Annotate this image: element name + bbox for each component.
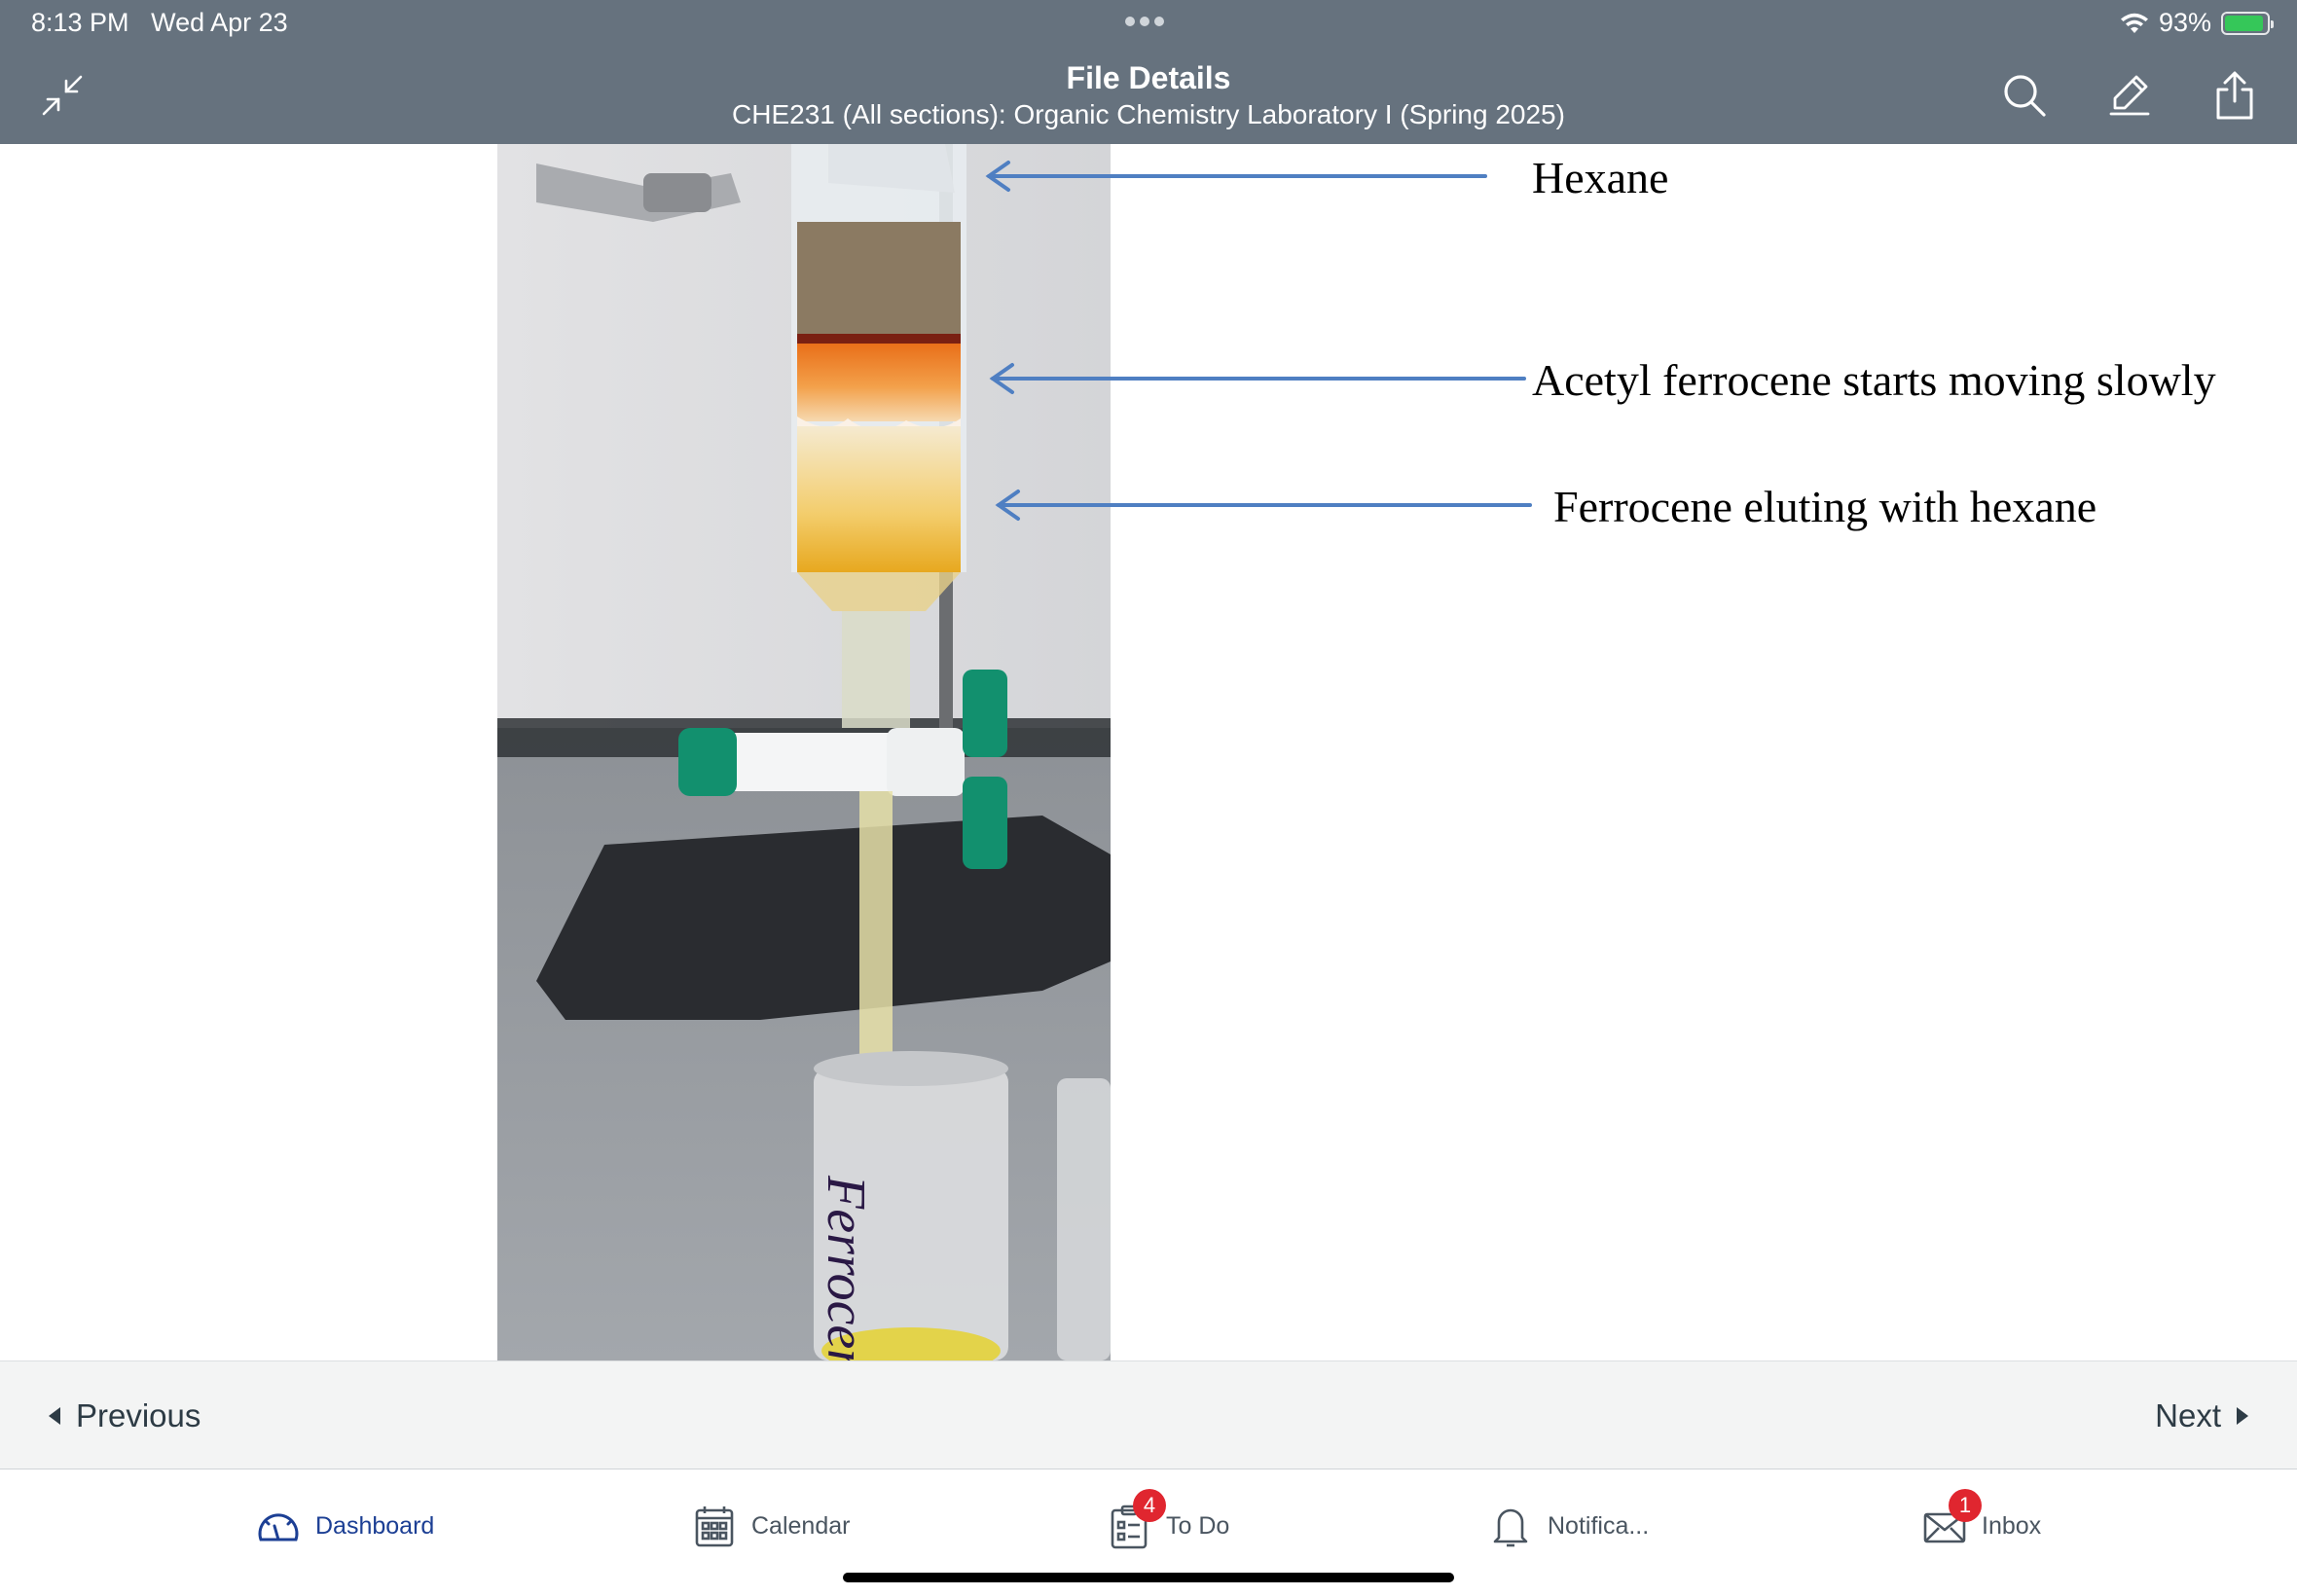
battery-icon [2221, 11, 2274, 35]
file-preview: Ferrocene Hexane Acetyl ferrocene starts… [0, 144, 2297, 1360]
tab-todo-label: To Do [1166, 1511, 1230, 1540]
previous-label: Previous [76, 1397, 201, 1433]
todo-icon: 4 [1106, 1489, 1166, 1549]
multitasking-dots-icon[interactable] [1125, 14, 1172, 29]
tab-dashboard[interactable]: Dashboard [255, 1497, 434, 1555]
dashboard-icon [255, 1503, 302, 1549]
previous-button[interactable]: Previous [49, 1361, 201, 1470]
next-button[interactable]: Next [2155, 1361, 2248, 1470]
tab-todo[interactable]: 4 To Do [1106, 1489, 1230, 1555]
tab-inbox[interactable]: 1 Inbox [1921, 1489, 2042, 1555]
caret-right-icon [2237, 1407, 2248, 1425]
bell-icon [1487, 1503, 1534, 1549]
todo-badge: 4 [1133, 1489, 1166, 1522]
status-right: 93% [2120, 8, 2274, 38]
status-date: Wed Apr 23 [151, 8, 288, 37]
highlighter-icon[interactable] [2104, 70, 2155, 121]
search-icon[interactable] [1999, 70, 2050, 121]
tab-calendar-label: Calendar [751, 1511, 851, 1540]
header-title: File Details [1066, 60, 1231, 95]
file-pager: Previous Next [0, 1360, 2297, 1469]
inbox-icon: 1 [1921, 1489, 1982, 1549]
battery-percent: 93% [2158, 8, 2211, 37]
inbox-badge: 1 [1949, 1489, 1982, 1522]
tab-calendar[interactable]: Calendar [691, 1497, 850, 1555]
tab-inbox-label: Inbox [1982, 1511, 2042, 1540]
annotation-ferrocene: Ferrocene eluting with hexane [1553, 482, 2097, 531]
annotation-acetyl-ferrocene: Acetyl ferrocene starts moving slowly [1532, 355, 2216, 405]
tab-notifications-label: Notifica... [1548, 1511, 1650, 1540]
calendar-icon [691, 1503, 738, 1549]
annotation-hexane: Hexane [1532, 153, 1669, 202]
wifi-icon [2120, 13, 2148, 33]
status-time: 8:13 PM [31, 8, 129, 37]
tab-dashboard-label: Dashboard [315, 1511, 435, 1540]
caret-left-icon [49, 1407, 60, 1425]
next-label: Next [2155, 1397, 2221, 1433]
top-bar: 8:13 PM Wed Apr 23 93% File Details CHE2… [0, 0, 2297, 144]
home-indicator[interactable] [843, 1573, 1454, 1582]
tab-notifications[interactable]: Notifica... [1487, 1497, 1649, 1555]
share-icon[interactable] [2209, 70, 2260, 121]
status-time-date: 8:13 PM Wed Apr 23 [31, 8, 288, 38]
header-subtitle: CHE231 (All sections): Organic Chemistry… [732, 99, 1565, 129]
